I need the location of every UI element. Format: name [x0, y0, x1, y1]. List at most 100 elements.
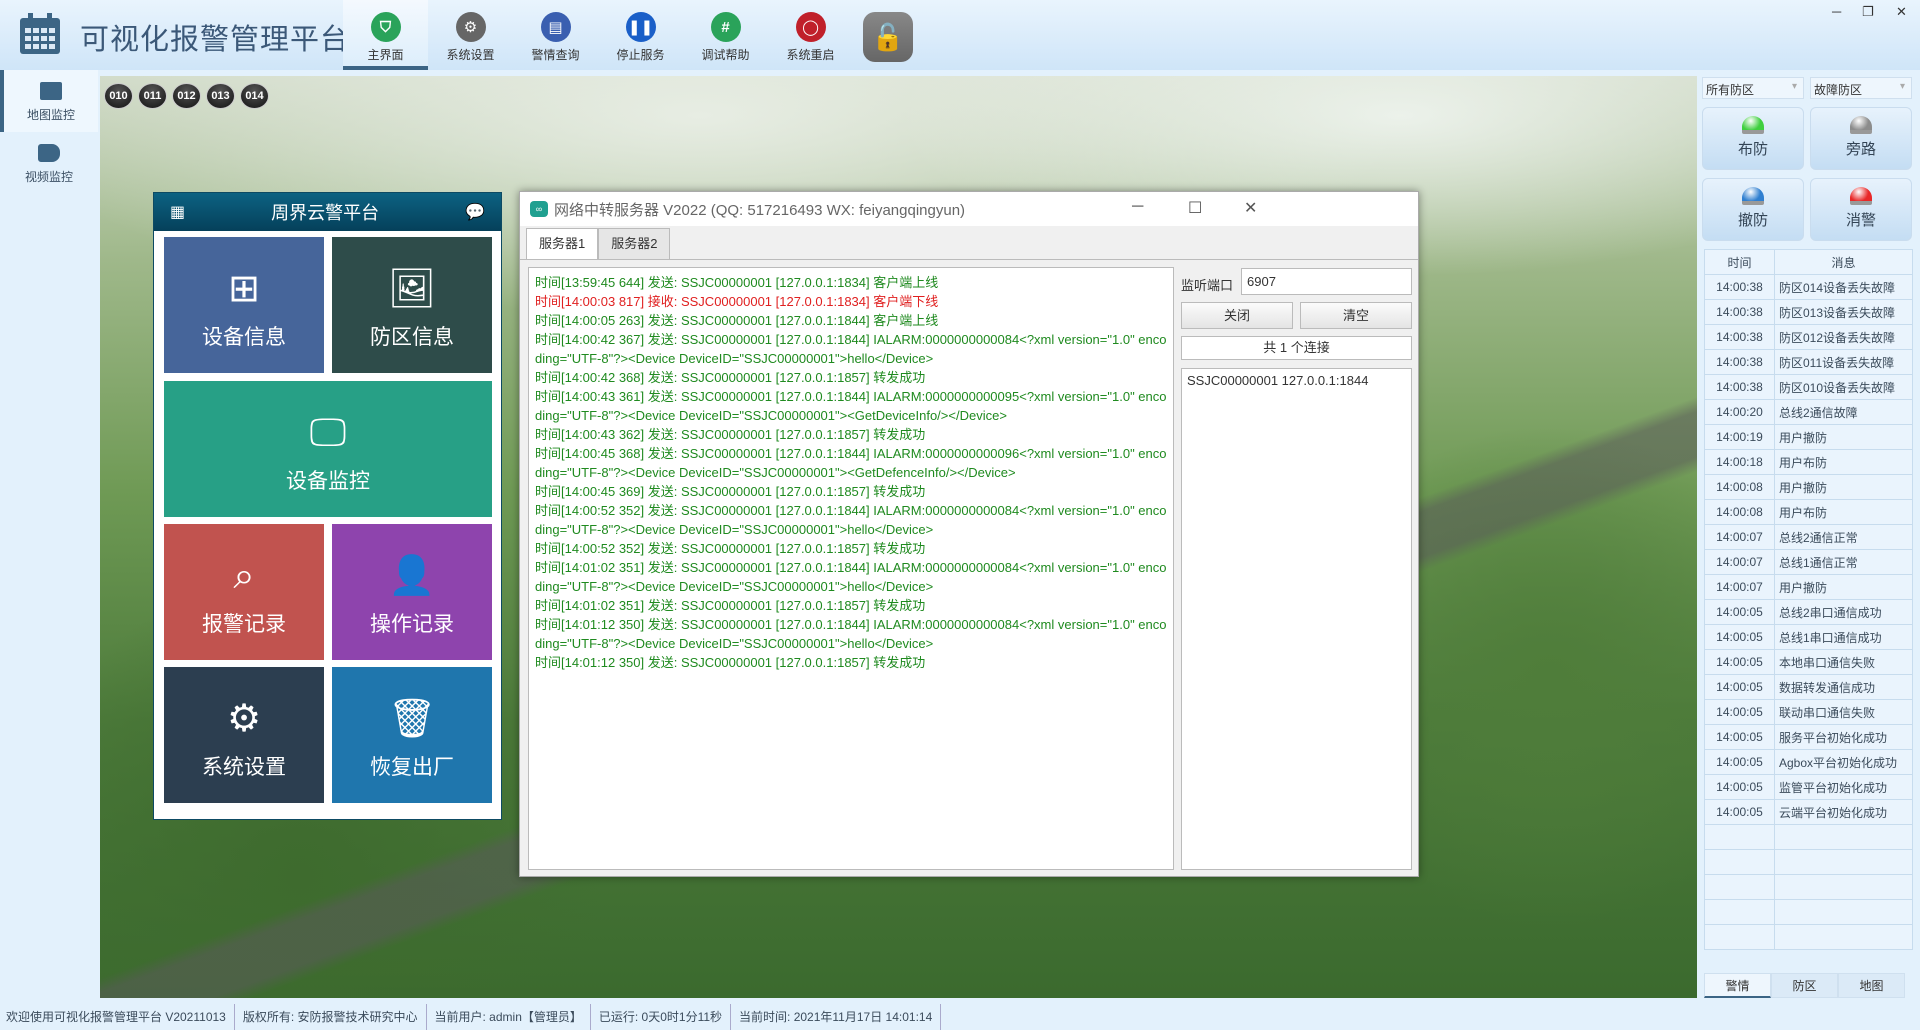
zone-badge[interactable]: 010 — [104, 83, 133, 109]
tile-user-doctor[interactable]: 👤 操作记录 — [332, 524, 492, 660]
table-row[interactable]: 14:00:05 监管平台初始化成功 — [1704, 774, 1913, 800]
table-row[interactable]: 14:00:05 总线1串口通信成功 — [1704, 624, 1913, 650]
event-message: 用户布防 — [1774, 499, 1913, 525]
table-row[interactable]: 14:00:38 防区014设备丢失故障 — [1704, 274, 1913, 300]
document-icon: ▤ — [540, 12, 571, 42]
table-row[interactable]: 14:00:08 用户撤防 — [1704, 474, 1913, 500]
event-time: 14:00:18 — [1704, 449, 1775, 475]
table-row[interactable]: 14:00:18 用户布防 — [1704, 449, 1913, 475]
siren-icon — [1850, 116, 1872, 134]
action-button[interactable]: 布防 — [1702, 107, 1804, 170]
zone-select[interactable]: 所有防区 — [1702, 77, 1804, 99]
zone-badge[interactable]: 012 — [172, 83, 201, 109]
close-server-button[interactable]: 关闭 — [1181, 302, 1293, 329]
tile-monitor[interactable]: 🖵 设备监控 — [164, 381, 492, 517]
tile-search[interactable]: ⌕ 报警记录 — [164, 524, 324, 660]
tile-trash[interactable]: 🗑 恢复出厂 — [332, 667, 492, 803]
close-button[interactable]: ✕ — [1896, 4, 1907, 20]
table-row[interactable]: 14:00:07 总线2通信正常 — [1704, 524, 1913, 550]
table-row[interactable]: 14:00:05 本地串口通信失败 — [1704, 649, 1913, 675]
tile-label: 系统设置 — [202, 756, 286, 779]
table-row[interactable]: 14:00:05 服务平台初始化成功 — [1704, 724, 1913, 750]
close-button[interactable]: ✕ — [1244, 198, 1257, 218]
restore-button[interactable]: ❐ — [1862, 4, 1874, 20]
table-row[interactable]: 14:00:08 用户布防 — [1704, 499, 1913, 525]
connection-list[interactable]: SSJC00000001 127.0.0.1:1844 — [1181, 368, 1412, 870]
right-panel: 所有防区 故障防区 布防旁路撤防消警 时间消息14:00:38防区014设备丢失… — [1702, 76, 1915, 1004]
tab-zone[interactable]: 防区 — [1771, 973, 1838, 998]
zone-badge[interactable]: 014 — [240, 83, 269, 109]
tile-picture[interactable]: 🖼 防区信息 — [332, 237, 492, 373]
chat-icon[interactable]: 💬 — [465, 202, 485, 222]
nav-document[interactable]: ▤ 警情查询 — [513, 0, 598, 70]
minimize-button[interactable]: ─ — [1132, 198, 1143, 216]
zone-badge[interactable]: 013 — [206, 83, 235, 109]
event-time: 14:00:05 — [1704, 749, 1775, 775]
log-line: 时间[13:59:45 644] 发送: SSJC00000001 [127.0… — [535, 275, 939, 290]
status-item: 当前时间: 2021年11月17日 14:01:14 — [739, 1004, 942, 1030]
log-line: 时间[14:00:52 352] 发送: SSJC00000001 [127.0… — [535, 503, 1167, 537]
event-time: 14:00:07 — [1704, 524, 1775, 550]
unlock-button[interactable]: 🔓 — [863, 12, 913, 62]
nav-label: 主界面 — [367, 48, 404, 62]
event-time: 14:00:05 — [1704, 774, 1775, 800]
table-row[interactable]: 14:00:05 云端平台初始化成功 — [1704, 799, 1913, 825]
table-row[interactable]: 14:00:05 联动串口通信失败 — [1704, 699, 1913, 725]
sidebar-item-video-monitor[interactable]: 视频监控 — [0, 132, 98, 194]
table-row[interactable]: 14:00:20 总线2通信故障 — [1704, 399, 1913, 425]
action-button[interactable]: 消警 — [1810, 178, 1912, 241]
status-item: 已运行: 0天0时1分11秒 — [599, 1004, 732, 1030]
table-row[interactable]: 14:00:07 总线1通信正常 — [1704, 549, 1913, 575]
action-button[interactable]: 旁路 — [1810, 107, 1912, 170]
table-row[interactable]: 14:00:38 防区013设备丢失故障 — [1704, 299, 1913, 325]
empty-cell — [1774, 899, 1913, 925]
column-header: 时间 — [1704, 249, 1775, 275]
minimize-button[interactable]: ─ — [1832, 4, 1841, 19]
event-time: 14:00:05 — [1704, 799, 1775, 825]
port-input[interactable]: 6907 — [1241, 268, 1412, 295]
table-row[interactable]: 14:00:38 防区012设备丢失故障 — [1704, 324, 1913, 350]
nav-gear[interactable]: ⚙ 系统设置 — [428, 0, 513, 70]
log-line: 时间[14:00:05 263] 发送: SSJC00000001 [127.0… — [535, 313, 939, 328]
sidebar-item-map-monitor[interactable]: 地图监控 — [0, 70, 98, 132]
table-row[interactable]: 14:00:05 数据转发通信成功 — [1704, 674, 1913, 700]
action-button[interactable]: 撤防 — [1702, 178, 1804, 241]
nav-power[interactable]: ◯ 系统重启 — [768, 0, 853, 70]
tile-sitemap[interactable]: ⊞ 设备信息 — [164, 237, 324, 373]
calendar-icon: ▦ — [170, 204, 186, 221]
tab-server-1[interactable]: 服务器1 — [526, 228, 599, 260]
table-row[interactable]: 14:00:38 防区011设备丢失故障 — [1704, 349, 1913, 375]
maximize-button[interactable]: ☐ — [1188, 198, 1202, 218]
tab-map[interactable]: 地图 — [1838, 973, 1905, 998]
nav-label: 警情查询 — [531, 48, 580, 62]
event-time: 14:00:05 — [1704, 649, 1775, 675]
hash-chat-icon: # — [710, 12, 741, 42]
event-time: 14:00:05 — [1704, 674, 1775, 700]
tab-server-2[interactable]: 服务器2 — [598, 228, 671, 260]
table-row-empty — [1704, 899, 1913, 925]
table-row[interactable]: 14:00:05 总线2串口通信成功 — [1704, 599, 1913, 625]
calendar-icon — [20, 13, 60, 54]
list-item[interactable]: SSJC00000001 127.0.0.1:1844 — [1187, 373, 1406, 388]
table-row[interactable]: 14:00:07 用户撤防 — [1704, 574, 1913, 600]
fault-zone-select[interactable]: 故障防区 — [1810, 77, 1912, 99]
event-message: 总线2通信故障 — [1774, 399, 1913, 425]
table-row[interactable]: 14:00:19 用户撤防 — [1704, 424, 1913, 450]
window-title: 网络中转服务器 V2022 (QQ: 517216493 WX: feiyang… — [554, 201, 966, 219]
log-line: 时间[14:01:02 351] 发送: SSJC00000001 [127.0… — [535, 560, 1167, 594]
nav-shield[interactable]: ⛉ 主界面 — [343, 0, 428, 70]
log-output[interactable]: 时间[13:59:45 644] 发送: SSJC00000001 [127.0… — [528, 267, 1174, 870]
event-time: 14:00:38 — [1704, 324, 1775, 350]
event-message: 监管平台初始化成功 — [1774, 774, 1913, 800]
nav-hash-chat[interactable]: # 调试帮助 — [683, 0, 768, 70]
tile-gears[interactable]: ⚙ 系统设置 — [164, 667, 324, 803]
table-row[interactable]: 14:00:05 Agbox平台初始化成功 — [1704, 749, 1913, 775]
event-time: 14:00:38 — [1704, 374, 1775, 400]
clear-button[interactable]: 清空 — [1300, 302, 1412, 329]
zone-badge[interactable]: 011 — [138, 83, 167, 109]
nav-pause[interactable]: ❚❚ 停止服务 — [598, 0, 683, 70]
event-message: 服务平台初始化成功 — [1774, 724, 1913, 750]
table-row[interactable]: 14:00:38 防区010设备丢失故障 — [1704, 374, 1913, 400]
tab-alarm[interactable]: 警情 — [1704, 973, 1771, 998]
action-label: 旁路 — [1845, 141, 1876, 158]
